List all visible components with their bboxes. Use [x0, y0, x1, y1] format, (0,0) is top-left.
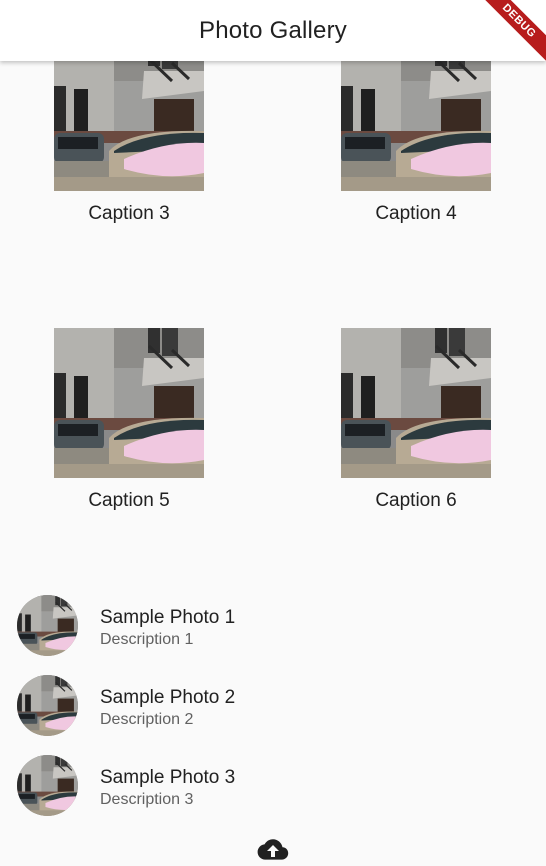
photo-thumbnail[interactable] [341, 61, 491, 191]
photo-caption: Caption 5 [88, 490, 170, 511]
list-item-subtitle: Description 1 [100, 631, 194, 648]
gallery-scroll-view[interactable]: Caption 3 Caption 4 Caption 5 Caption 6 … [0, 61, 546, 866]
photo-caption: Caption 4 [375, 203, 457, 224]
list-item-subtitle: Description 3 [100, 791, 194, 808]
photo-caption: Caption 3 [88, 203, 170, 224]
avatar [17, 675, 78, 736]
page-title: Photo Gallery [198, 16, 347, 44]
list-item[interactable]: Sample Photo 3 Description 3 [0, 747, 546, 827]
cloud-upload-icon [257, 839, 289, 860]
list-item-subtitle: Description 2 [100, 711, 194, 728]
photo-thumbnail[interactable] [54, 61, 204, 191]
grid-tile[interactable]: Caption 5 [54, 328, 204, 512]
app-bar: Photo Gallery [0, 0, 546, 61]
list-item[interactable]: Sample Photo 2 Description 2 [0, 667, 546, 747]
photo-caption: Caption 6 [375, 490, 457, 511]
list-item-title: Sample Photo 2 [100, 687, 236, 708]
photo-thumbnail[interactable] [54, 328, 204, 478]
grid-tile[interactable]: Caption 6 [341, 328, 491, 512]
avatar [17, 755, 78, 816]
list-item-title: Sample Photo 1 [100, 607, 236, 628]
list-item-title: Sample Photo 3 [100, 767, 236, 788]
list-item[interactable]: Sample Photo 1 Description 1 [0, 587, 546, 667]
upload-button[interactable] [256, 836, 290, 864]
grid-tile[interactable]: Caption 3 [54, 61, 204, 225]
avatar [17, 595, 78, 656]
grid-tile[interactable]: Caption 4 [341, 61, 491, 225]
photo-thumbnail[interactable] [341, 328, 491, 478]
